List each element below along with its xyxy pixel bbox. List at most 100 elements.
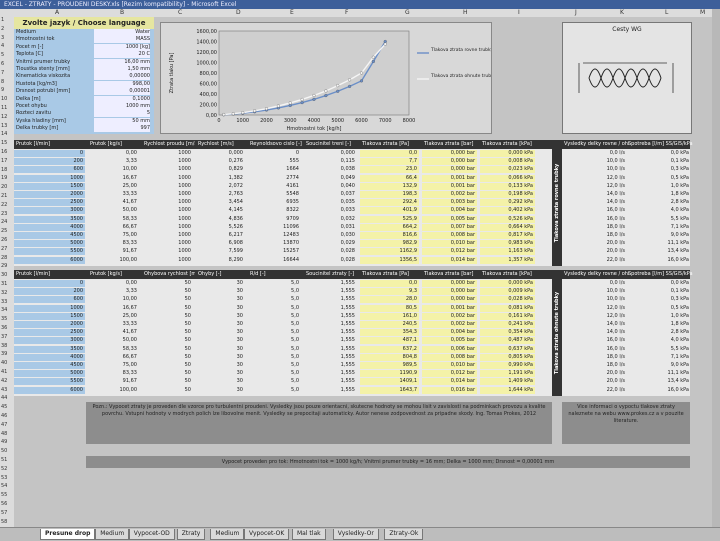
table-cell[interactable]: 12,0 l/s: [562, 175, 627, 182]
table-cell[interactable]: 664,2: [360, 223, 419, 231]
table-cell[interactable]: 0,000 bar: [422, 296, 477, 304]
table-cell[interactable]: 0,3 kPa: [626, 166, 691, 173]
table-cell[interactable]: 30: [196, 313, 245, 320]
row-header[interactable]: 27: [1, 246, 7, 252]
row-header[interactable]: 12: [1, 114, 7, 120]
row-header[interactable]: 26: [1, 237, 7, 243]
table-cell[interactable]: 0,010 bar: [422, 362, 477, 369]
row-header[interactable]: 39: [1, 351, 7, 357]
table-cell[interactable]: 0,0: [360, 150, 419, 157]
column-header-g[interactable]: G: [405, 9, 410, 17]
row-header[interactable]: 54: [1, 483, 7, 489]
table-cell[interactable]: 0,081 kPa: [480, 304, 535, 312]
table-cell[interactable]: 1,555: [304, 354, 357, 361]
table-cell[interactable]: 10,0 l/s: [562, 158, 627, 165]
param-value[interactable]: 998,00: [94, 80, 150, 88]
table-cell[interactable]: 0,002 bar: [422, 191, 477, 198]
table-cell[interactable]: 58,33: [88, 216, 139, 223]
table-cell[interactable]: 0,0 l/s: [562, 280, 627, 287]
table-cell[interactable]: 10,0 l/s: [562, 296, 627, 303]
table-cell[interactable]: 1,555: [304, 305, 357, 312]
table-cell[interactable]: 16,67: [88, 175, 139, 182]
table-cell[interactable]: 1000: [14, 174, 85, 182]
row-header[interactable]: 45: [1, 404, 7, 410]
table-cell[interactable]: 0,007 bar: [422, 223, 477, 231]
table-cell[interactable]: 25,00: [88, 183, 139, 190]
table-cell[interactable]: 16,0 kPa: [626, 387, 691, 394]
table-cell[interactable]: 1162,9: [360, 248, 419, 256]
row-header[interactable]: 47: [1, 422, 7, 428]
table-cell[interactable]: 3,33: [88, 158, 139, 165]
table-cell[interactable]: 1000: [142, 240, 193, 247]
table-cell[interactable]: 982,9: [360, 240, 419, 248]
row-header[interactable]: 23: [1, 211, 7, 217]
table-cell[interactable]: 16,0 l/s: [562, 337, 627, 344]
table-cell[interactable]: 1,555: [304, 329, 357, 336]
table-cell[interactable]: 5,5 kPa: [626, 216, 691, 223]
table-cell[interactable]: 10,00: [88, 166, 139, 173]
table-cell[interactable]: 0,000 bar: [422, 166, 477, 174]
row-header[interactable]: 38: [1, 343, 7, 349]
table-cell[interactable]: 0,012 bar: [422, 370, 477, 378]
param-value[interactable]: MASS: [94, 36, 150, 44]
table-cell[interactable]: 0,016 bar: [422, 386, 477, 394]
table-cell[interactable]: 5,0: [248, 362, 301, 369]
column-header-a[interactable]: A: [55, 9, 59, 17]
param-value[interactable]: 0,00001: [94, 88, 150, 96]
table-cell[interactable]: 20,0 l/s: [562, 370, 627, 377]
table-cell[interactable]: 1000: [142, 248, 193, 255]
table-cell[interactable]: 0,014 bar: [422, 256, 477, 264]
row-header[interactable]: 11: [1, 105, 7, 111]
table-cell[interactable]: 0,1 kPa: [626, 288, 691, 295]
table-cell[interactable]: 5,0: [248, 346, 301, 353]
table-cell[interactable]: 1,555: [304, 321, 357, 328]
row-header[interactable]: 53: [1, 475, 7, 481]
table-cell[interactable]: 5,0: [248, 378, 301, 385]
table-cell[interactable]: 5,0: [248, 305, 301, 312]
sheet-tab[interactable]: Vysledky-Or: [332, 529, 379, 540]
table-cell[interactable]: 14,0 l/s: [562, 321, 627, 328]
row-header[interactable]: 28: [1, 255, 7, 261]
table-cell[interactable]: 30: [196, 321, 245, 328]
table-cell[interactable]: 1356,5: [360, 256, 419, 264]
table-cell[interactable]: 0,983 kPa: [480, 240, 535, 248]
table-cell[interactable]: 0,292 kPa: [480, 199, 535, 207]
row-header[interactable]: 7: [1, 70, 4, 76]
row-header[interactable]: 30: [1, 272, 7, 278]
table-cell[interactable]: 30: [196, 329, 245, 336]
row-header[interactable]: 55: [1, 492, 7, 498]
column-header-f[interactable]: F: [345, 9, 348, 17]
table-cell[interactable]: 0,241 kPa: [480, 321, 535, 328]
table-cell[interactable]: 41,67: [88, 199, 139, 206]
param-value[interactable]: 0,1000: [94, 95, 150, 103]
table-cell[interactable]: 0,487 kPa: [480, 337, 535, 345]
table-cell[interactable]: 100,00: [88, 387, 139, 394]
table-cell[interactable]: 33,33: [88, 321, 139, 328]
row-header[interactable]: 33: [1, 299, 7, 305]
table-cell[interactable]: 0,012 bar: [422, 248, 477, 256]
table-cell[interactable]: 3500: [14, 345, 85, 353]
table-cell[interactable]: 20,0 l/s: [562, 378, 627, 385]
table-cell[interactable]: 1,382: [196, 175, 245, 182]
table-cell[interactable]: 13870: [248, 240, 301, 247]
table-cell[interactable]: 0,037: [304, 191, 357, 198]
table-cell[interactable]: 0,133 kPa: [480, 182, 535, 190]
table-cell[interactable]: 0,354 kPa: [480, 329, 535, 337]
table-cell[interactable]: 600: [14, 296, 85, 304]
table-cell[interactable]: 16,0 l/s: [562, 346, 627, 353]
column-header-e[interactable]: E: [290, 9, 294, 17]
table-cell[interactable]: 2,763: [196, 191, 245, 198]
table-cell[interactable]: 50: [142, 378, 193, 385]
table-cell[interactable]: 487,1: [360, 337, 419, 345]
table-cell[interactable]: 600: [14, 166, 85, 174]
table-cell[interactable]: 0: [248, 150, 301, 157]
table-cell[interactable]: 1409,1: [360, 378, 419, 386]
table-cell[interactable]: 4500: [14, 232, 85, 239]
table-cell[interactable]: 10,00: [88, 296, 139, 303]
table-cell[interactable]: 0,000 bar: [422, 288, 477, 296]
table-cell[interactable]: 30: [196, 305, 245, 312]
param-value[interactable]: 5: [94, 110, 150, 118]
table-cell[interactable]: 5,0: [248, 387, 301, 394]
table-cell[interactable]: 16,0 l/s: [562, 216, 627, 223]
table-cell[interactable]: 1000: [142, 257, 193, 264]
